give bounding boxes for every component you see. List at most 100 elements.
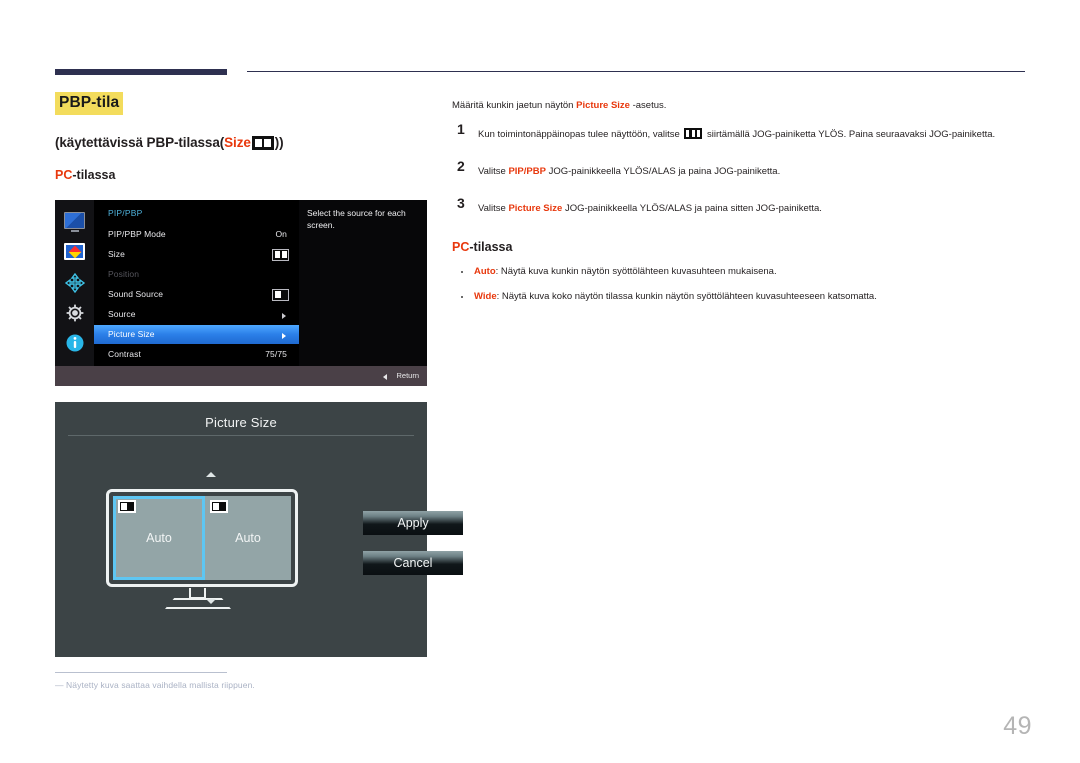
step-text: Kun toimintonäppäinopas tulee näyttöön, … <box>478 128 996 140</box>
footnote-text: ― Näytetty kuva saattaa vaihdella mallis… <box>55 680 255 690</box>
return-arrow-icon <box>383 373 387 380</box>
intro-bold-term: Picture Size <box>576 100 630 111</box>
size-pbp-icon <box>251 136 274 150</box>
step-item: 1 Kun toimintonäppäinopas tulee näyttöön… <box>452 121 1030 148</box>
step-number: 2 <box>457 158 465 174</box>
monitor-stand-neck <box>189 588 206 599</box>
intro-paragraph: Määritä kunkin jaetun näytön Picture Siz… <box>452 99 1030 113</box>
subtitle-size-keyword: Size <box>224 135 251 150</box>
page-header-rule <box>55 66 1025 76</box>
availability-subtitle: (käytettävissä PBP-tilassa(Size)) <box>55 135 430 150</box>
subtitle-prefix: (käytettävissä PBP-tilassa( <box>55 135 225 150</box>
picture-size-dialog-screenshot: Picture Size Auto Auto Apply Cancel <box>55 402 463 657</box>
steps-list: 1 Kun toimintonäppäinopas tulee näyttöön… <box>452 121 1030 222</box>
osd-row-label: Picture Size <box>108 329 155 339</box>
pc-mode-heading-rest: -tilassa <box>469 240 513 254</box>
left-column: PBP-tila (käytettävissä PBP-tilassa(Size… <box>55 92 430 182</box>
osd-row-label: Size <box>108 249 125 259</box>
intro-before: Määritä kunkin jaetun näytön <box>452 100 577 111</box>
bullet-item-wide: Wide: Näytä kuva koko näytön tilassa kun… <box>452 290 1030 304</box>
step-text: Valitse Picture Size JOG-painikkeella YL… <box>478 203 822 214</box>
header-thin-rule <box>247 71 1025 72</box>
pane-right[interactable]: Auto <box>205 496 291 580</box>
apply-button[interactable]: Apply <box>363 511 463 535</box>
osd-row-pip-pbp-mode[interactable]: PIP/PBP Mode On <box>94 225 299 244</box>
pane-left-label: Auto <box>146 531 172 545</box>
step-text-before: Valitse <box>478 166 509 177</box>
picture-icon[interactable] <box>64 243 85 260</box>
right-column: Määritä kunkin jaetun näytön Picture Siz… <box>452 99 1030 315</box>
step-text-bold: PIP/PBP <box>508 166 546 177</box>
monitor-illustration: Auto Auto <box>106 489 298 587</box>
osd-row-position: Position <box>94 265 299 284</box>
osd-row-picture-size[interactable]: Picture Size <box>94 325 299 344</box>
pane-right-indicator-icon <box>210 500 228 513</box>
footnote-rule <box>55 672 227 673</box>
pc-mode-label-left-red: PC <box>55 168 73 182</box>
step-text-after: JOG-painikkeella YLÖS/ALAS ja paina JOG-… <box>545 166 781 177</box>
page-number: 49 <box>1003 712 1032 740</box>
osd-row-label: Position <box>108 269 140 279</box>
caret-down-icon[interactable] <box>206 599 216 604</box>
osd-help-text: Select the source for each screen. <box>307 208 406 230</box>
osd-row-value: On <box>275 229 287 239</box>
monitor-panes: Auto Auto <box>113 496 291 580</box>
pane-right-label: Auto <box>235 531 261 545</box>
pane-left-indicator-icon <box>118 500 136 513</box>
bullet-text: : Näytä kuva kunkin näytön syöttölähteen… <box>495 266 777 277</box>
step-text-bold: Picture Size <box>508 203 563 214</box>
bullet-term: Wide <box>474 291 497 302</box>
cancel-button[interactable]: Cancel <box>363 551 463 575</box>
chevron-right-icon <box>282 312 286 319</box>
size-value-icon <box>272 248 289 261</box>
dialog-separator <box>68 435 414 436</box>
info-svg <box>66 334 84 352</box>
osd-row-label: Sound Source <box>108 289 164 299</box>
osd-menu-title: PIP/PBP <box>108 208 143 218</box>
position-arrows-icon[interactable] <box>64 272 86 294</box>
osd-row-size[interactable]: Size <box>94 245 299 264</box>
caret-up-icon[interactable] <box>206 472 216 477</box>
intro-after: -asetus. <box>629 100 667 111</box>
bullet-term: Auto <box>474 266 496 277</box>
pane-left-selected[interactable]: Auto <box>113 496 205 580</box>
osd-return-bar[interactable]: Return <box>55 366 427 386</box>
osd-menu-screenshot: PIP/PBP PIP/PBP Mode On Size Position So… <box>55 200 427 386</box>
osd-menu-panel: PIP/PBP PIP/PBP Mode On Size Position So… <box>94 200 299 366</box>
osd-help-pane: Select the source for each screen. <box>299 200 427 366</box>
pc-mode-label-left-rest: -tilassa <box>72 168 116 182</box>
chevron-right-icon <box>282 332 286 339</box>
step-text-before: Kun toimintonäppäinopas tulee näyttöön, … <box>478 129 683 140</box>
dialog-title: Picture Size <box>205 415 277 430</box>
three-bars-icon <box>684 128 703 139</box>
bullet-list: Auto: Näytä kuva kunkin näytön syöttöläh… <box>452 265 1030 304</box>
pc-mode-heading-right: PC-tilassa <box>452 240 1030 254</box>
osd-row-sound-source[interactable]: Sound Source <box>94 285 299 304</box>
step-item: 3 Valitse Picture Size JOG-painikkeella … <box>452 195 1030 222</box>
osd-sidebar <box>55 200 94 366</box>
gear-svg <box>66 304 84 322</box>
subtitle-suffix: )) <box>274 135 284 150</box>
footnote: ― Näytetty kuva saattaa vaihdella mallis… <box>55 672 435 690</box>
step-text-after: JOG-painikkeella YLÖS/ALAS ja paina sitt… <box>562 203 822 214</box>
pc-mode-heading-red: PC <box>452 240 470 254</box>
osd-row-contrast[interactable]: Contrast 75/75 <box>94 345 299 364</box>
gear-icon[interactable] <box>65 303 86 322</box>
monitor-icon[interactable] <box>64 212 85 232</box>
step-item: 2 Valitse PIP/PBP JOG-painikkeella YLÖS/… <box>452 158 1030 185</box>
header-navy-bar <box>55 69 227 75</box>
osd-row-value: 75/75 <box>265 349 287 359</box>
step-number: 3 <box>457 195 465 211</box>
step-text-before: Valitse <box>478 203 509 214</box>
osd-row-label: Source <box>108 309 136 319</box>
osd-row-label: PIP/PBP Mode <box>108 229 166 239</box>
page-title: PBP-tila <box>55 92 124 115</box>
osd-row-source[interactable]: Source <box>94 305 299 324</box>
bullet-text: : Näytä kuva koko näytön tilassa kunkin … <box>496 291 877 302</box>
step-text-after: siirtämällä JOG-painiketta YLÖS. Paina s… <box>704 129 996 140</box>
info-icon[interactable] <box>65 333 86 352</box>
sound-source-value-icon <box>272 288 289 301</box>
step-text: Valitse PIP/PBP JOG-painikkeella YLÖS/AL… <box>478 166 780 177</box>
osd-row-label: Contrast <box>108 349 141 359</box>
pc-mode-label-left: PC-tilassa <box>55 168 430 182</box>
